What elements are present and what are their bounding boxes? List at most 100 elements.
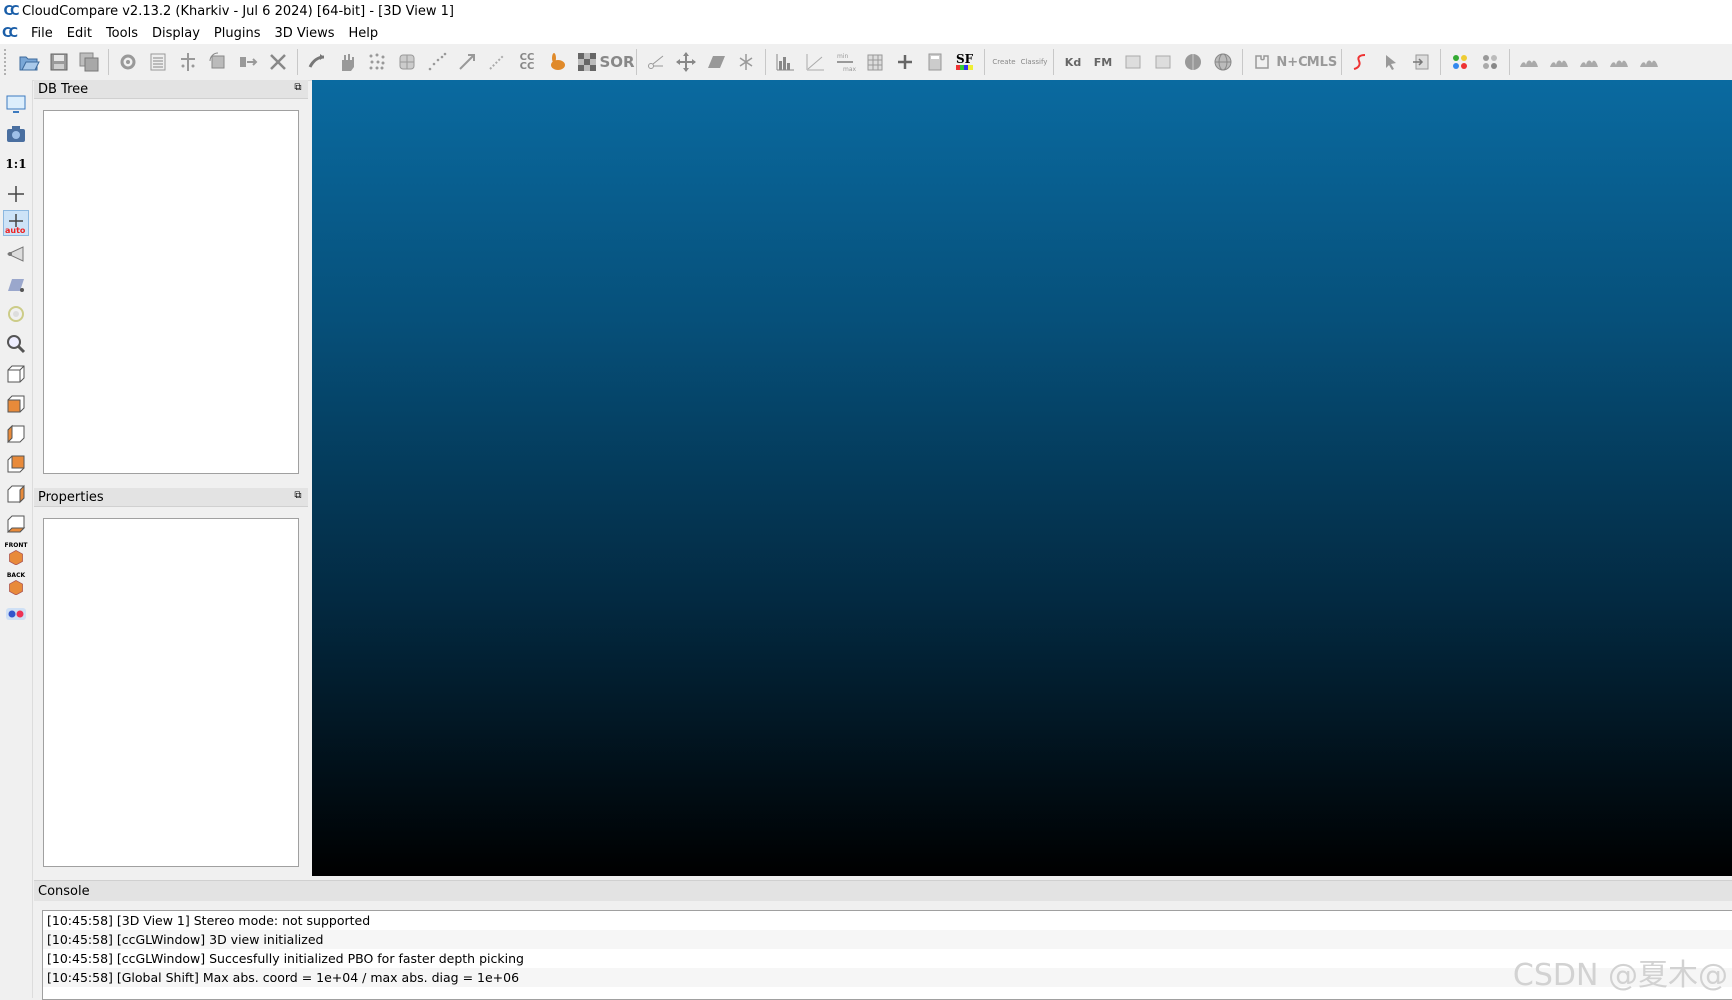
segment-button[interactable] [643, 47, 669, 77]
stereo-button[interactable] [4, 602, 28, 626]
compute-normals-button[interactable] [304, 47, 330, 77]
bunny-button[interactable] [544, 47, 570, 77]
scatter-icon [428, 52, 447, 71]
add-button[interactable] [892, 47, 918, 77]
zoom-button[interactable] [4, 332, 28, 356]
puzzle-button[interactable] [1249, 47, 1275, 77]
nc-button[interactable]: N+C [1276, 47, 1307, 77]
console-header: Console [34, 880, 1732, 901]
float-panel-icon[interactable]: ⧉ [292, 491, 304, 503]
menu-tools[interactable]: Tools [99, 26, 145, 41]
cube-bottom-icon [6, 515, 26, 533]
properties-view[interactable] [43, 518, 299, 867]
grid-button[interactable] [862, 47, 888, 77]
menu-edit[interactable]: Edit [60, 26, 99, 41]
gradient-button[interactable] [802, 47, 828, 77]
globe-button[interactable] [1210, 47, 1236, 77]
perspective-button[interactable] [4, 242, 28, 266]
subsample-button[interactable] [364, 47, 390, 77]
list-button[interactable] [145, 47, 171, 77]
checker-button[interactable] [574, 47, 600, 77]
merge-button[interactable] [235, 47, 261, 77]
arrow-diagonal-icon [459, 54, 475, 70]
front-view-button[interactable] [4, 392, 28, 416]
tree-button-4[interactable] [1606, 47, 1632, 77]
pointer-icon [1386, 55, 1396, 70]
canupo-create-button[interactable]: Create [991, 47, 1017, 77]
auto-pivot-button[interactable]: auto [3, 210, 29, 236]
menu-plugins[interactable]: Plugins [207, 26, 268, 41]
console-line: [10:45:58] [ccGLWindow] 3D view initiali… [43, 930, 1732, 949]
toolbar-handle[interactable] [4, 49, 12, 75]
db-tree-view[interactable] [43, 110, 299, 474]
lighting-button[interactable] [4, 272, 28, 296]
kd-button[interactable]: Kd [1060, 47, 1086, 77]
plane-button[interactable] [703, 47, 729, 77]
canupo-classify-label: Classify [1020, 57, 1048, 66]
sample-points-button[interactable] [175, 47, 201, 77]
translate-button[interactable] [673, 47, 699, 77]
full-screen-button[interactable] [4, 92, 28, 116]
camera-icon [7, 126, 25, 142]
fm-button[interactable]: FM [1090, 47, 1116, 77]
mesh-button[interactable] [394, 47, 420, 77]
export-button[interactable] [1408, 47, 1434, 77]
zoom-1to1-button[interactable]: 1:1 [4, 152, 28, 176]
global-shift-button[interactable] [115, 47, 141, 77]
tree-button-1[interactable] [1516, 47, 1542, 77]
mesh-dist-button[interactable] [454, 47, 480, 77]
float-panel-icon[interactable]: ⧉ [292, 83, 304, 95]
tree-button-3[interactable] [1576, 47, 1602, 77]
primitive-dist-button[interactable] [484, 47, 510, 77]
delete-button[interactable] [265, 47, 291, 77]
calculator-button[interactable] [922, 47, 948, 77]
doc-button[interactable] [1120, 47, 1146, 77]
menu-file[interactable]: File [24, 26, 60, 41]
crosshair-icon [8, 186, 24, 202]
left-view-button[interactable] [4, 422, 28, 446]
cc-button[interactable]: CC CC [514, 47, 540, 77]
tree-button-5[interactable] [1636, 47, 1662, 77]
tree-icon [1520, 60, 1538, 67]
iso-front-button[interactable]: FRONT [4, 542, 28, 566]
back-view-button[interactable] [4, 452, 28, 476]
mesh-icon [399, 54, 415, 70]
doc2-button[interactable] [1150, 47, 1176, 77]
pivot-visibility-button[interactable] [4, 302, 28, 326]
menu-display[interactable]: Display [145, 26, 207, 41]
top-view-button[interactable] [4, 362, 28, 386]
menu-3d-views[interactable]: 3D Views [267, 26, 341, 41]
histogram-button[interactable] [772, 47, 798, 77]
open-button[interactable] [16, 47, 42, 77]
menu-help[interactable]: Help [342, 26, 386, 41]
color-train-button[interactable] [1447, 47, 1473, 77]
console-log[interactable]: [10:45:58] [3D View 1] Stereo mode: not … [42, 910, 1732, 1000]
bottom-view-button[interactable] [4, 512, 28, 536]
tree-button-2[interactable] [1546, 47, 1572, 77]
mls-button[interactable]: MLS [1307, 47, 1338, 77]
gray-classify-button[interactable] [1477, 47, 1503, 77]
cloud-dist-button[interactable] [424, 47, 450, 77]
console-line: [10:45:58] [Global Shift] Max abs. coord… [43, 968, 1732, 987]
save-button[interactable] [46, 47, 72, 77]
save-all-button[interactable] [76, 47, 102, 77]
pick-button[interactable] [733, 47, 759, 77]
s-button[interactable] [1348, 47, 1374, 77]
screenshot-button[interactable] [4, 122, 28, 146]
sphere-button[interactable] [1180, 47, 1206, 77]
pointer-button[interactable] [1378, 47, 1404, 77]
min-max-button[interactable]: min max [832, 47, 858, 77]
toolbar-separator [984, 49, 985, 75]
set-pivot-button[interactable] [4, 182, 28, 206]
iso-back-button[interactable]: BACK [4, 572, 28, 596]
sf-button[interactable]: SF [952, 47, 978, 77]
rotate-button[interactable] [205, 47, 231, 77]
sor-button[interactable]: SOR [599, 47, 634, 77]
gradient-icon [806, 54, 824, 71]
hand-icon [342, 54, 354, 71]
canupo-classify-button[interactable]: Classify [1020, 47, 1048, 77]
orient-normals-button[interactable] [334, 47, 360, 77]
3d-view[interactable] [312, 80, 1732, 876]
right-view-button[interactable] [4, 482, 28, 506]
menu-bar: CC File Edit Tools Display Plugins 3D Vi… [0, 22, 1732, 44]
